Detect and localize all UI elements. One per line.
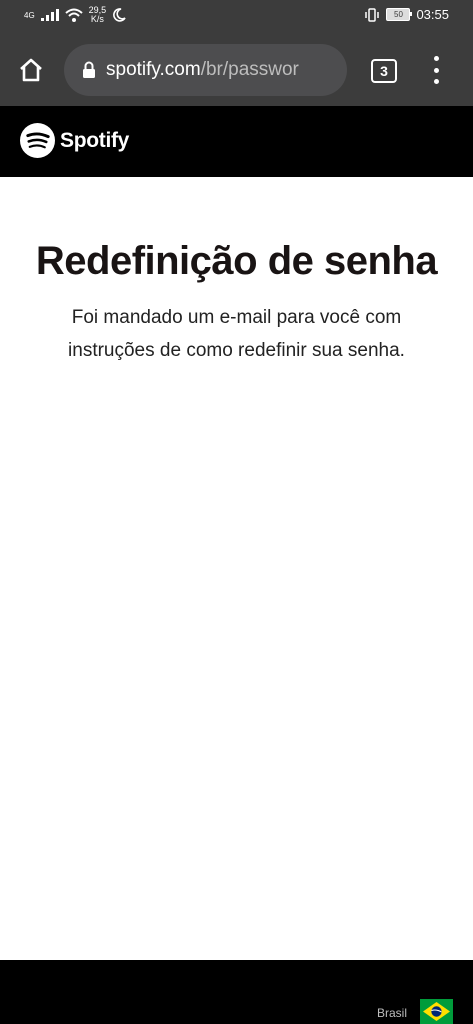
moon-icon [113,8,126,22]
menu-dot-icon [433,79,439,84]
home-button[interactable] [14,54,48,86]
network-speed: 29,5 K/s [89,6,107,24]
menu-dot-icon [433,56,439,61]
clock: 03:55 [416,7,449,22]
home-icon [20,58,42,82]
country-selector-label[interactable]: Brasil [377,1006,407,1020]
url-text: spotify.com/br/passwor [106,59,334,81]
battery-icon: 50 [386,8,413,21]
status-bar: 4G 29,5 K/s 50 03:55 [0,0,473,34]
site-footer: Brasil [0,960,473,1024]
spotify-logo[interactable]: Spotify [20,123,129,158]
tab-switcher-button[interactable]: 3 [371,59,397,83]
speed-unit: K/s [90,14,104,24]
logo-wordmark: Spotify [60,128,130,152]
url-path: /br/passwor [200,59,299,80]
page-title: Redefinição de senha [35,239,438,283]
spotify-logo-icon [20,123,55,158]
wifi-icon [65,8,83,22]
tab-count: 3 [380,63,388,79]
main-content: Redefinição de senha Foi mandado um e-ma… [0,177,473,960]
network-type: 4G [24,10,35,20]
browser-toolbar: spotify.com/br/passwor 3 [0,34,473,106]
menu-dot-icon [433,67,439,73]
site-header: Spotify [0,106,473,177]
vibrate-icon [365,7,380,22]
lock-icon [83,61,95,78]
overflow-menu-button[interactable] [426,56,446,84]
brazil-flag-icon[interactable] [420,999,453,1024]
battery-level: 50 [394,10,403,19]
url-host: spotify.com [106,59,201,80]
confirmation-message: Foi mandado um e-mail para você com inst… [68,307,405,361]
signal-icon [40,9,59,21]
address-bar[interactable]: spotify.com/br/passwor [64,44,347,96]
